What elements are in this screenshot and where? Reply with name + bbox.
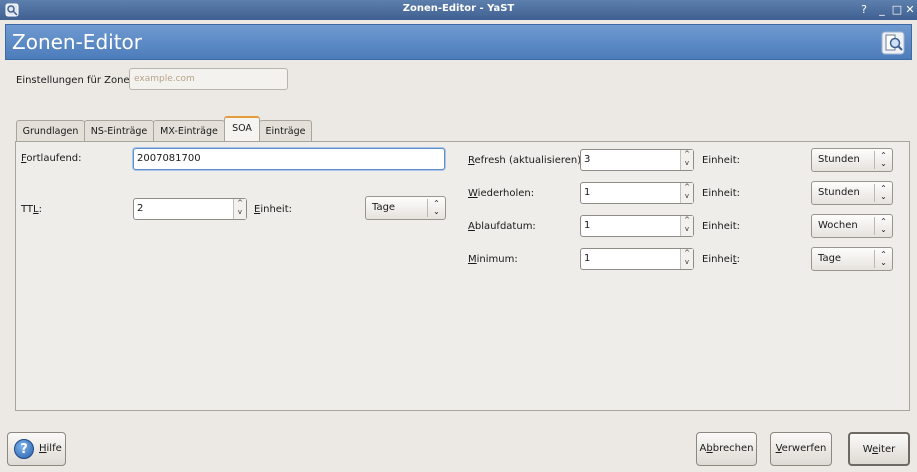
- serial-input[interactable]: 2007081700: [133, 148, 445, 170]
- refresh-input[interactable]: 3 ^ v: [580, 149, 694, 171]
- minimum-unit-label: Einheit:: [702, 254, 740, 265]
- dialog-header: Zonen-Editor: [5, 24, 912, 60]
- window-title: Zonen-Editor - YaST: [402, 3, 515, 14]
- ttl-spinner[interactable]: ^ v: [233, 199, 246, 219]
- retry-label: Wiederholen:: [468, 188, 535, 199]
- ttl-label: TTL:: [21, 204, 42, 215]
- retry-unit-select[interactable]: Stunden ⌃ ⌄: [811, 181, 893, 205]
- serial-label: Fortlaufend:: [21, 153, 82, 164]
- minimum-input[interactable]: 1 ^ v: [580, 248, 694, 270]
- refresh-unit-select[interactable]: Stunden ⌃ ⌄: [811, 148, 893, 172]
- help-button-label: ilfe: [46, 443, 62, 454]
- ttl-value: 2: [137, 203, 144, 214]
- ttl-unit-select[interactable]: Tage ⌃ ⌄: [365, 196, 446, 220]
- expiry-spinner[interactable]: ^ v: [680, 216, 693, 236]
- expiry-unit-select[interactable]: Wochen ⌃ ⌄: [811, 214, 893, 238]
- tab-eintraege[interactable]: Einträge: [259, 120, 312, 141]
- refresh-label: Refresh (aktualisieren):: [468, 155, 585, 166]
- help-window-icon[interactable]: ?: [857, 3, 871, 17]
- retry-unit-label: Einheit:: [702, 188, 740, 199]
- updown-arrow-icon: ⌃ ⌄: [874, 250, 892, 268]
- page-title: Zonen-Editor: [12, 30, 142, 54]
- retry-spinner[interactable]: ^ v: [680, 183, 693, 203]
- expiry-unit-value: Wochen: [818, 220, 858, 231]
- help-icon: ?: [14, 439, 34, 459]
- updown-arrow-icon: ⌃ ⌄: [874, 217, 892, 235]
- updown-arrow-icon: ⌃ ⌄: [874, 184, 892, 202]
- refresh-unit-label: Einheit:: [702, 155, 740, 166]
- close-icon[interactable]: ✕: [903, 3, 917, 17]
- ttl-unit-value: Tage: [372, 202, 396, 213]
- dns-zone-icon: [881, 31, 905, 55]
- retry-value: 1: [584, 187, 591, 198]
- zone-label: Einstellungen für Zone: [16, 75, 130, 86]
- soa-panel: [15, 141, 910, 411]
- cancel-button[interactable]: Abbrechen: [696, 432, 757, 466]
- help-button-mnemonic: H: [39, 443, 47, 454]
- minimum-unit-select[interactable]: Tage ⌃ ⌄: [811, 247, 893, 271]
- retry-unit-value: Stunden: [818, 187, 860, 198]
- minimize-icon[interactable]: _: [875, 3, 889, 17]
- maximize-icon[interactable]: □: [890, 3, 904, 17]
- updown-arrow-icon: ⌃ ⌄: [874, 151, 892, 169]
- updown-arrow-icon: ⌃ ⌄: [427, 199, 445, 217]
- discard-button[interactable]: Verwerfen: [770, 432, 832, 466]
- minimum-unit-value: Tage: [818, 253, 842, 264]
- ttl-input[interactable]: 2 ^ v: [133, 198, 247, 220]
- tab-grundlagen[interactable]: Grundlagen: [16, 120, 85, 141]
- expiry-unit-label: Einheit:: [702, 221, 740, 232]
- retry-input[interactable]: 1 ^ v: [580, 182, 694, 204]
- ttl-unit-label: Einheit:: [254, 204, 293, 215]
- next-button[interactable]: Weiter: [848, 432, 910, 466]
- minimum-label: Minimum:: [468, 254, 518, 265]
- expiry-input[interactable]: 1 ^ v: [580, 215, 694, 237]
- expiry-label: Ablaufdatum:: [468, 221, 536, 232]
- minimum-value: 1: [584, 253, 591, 264]
- refresh-value: 3: [584, 154, 591, 165]
- minimum-spinner[interactable]: ^ v: [680, 249, 693, 269]
- tab-mx-eintraege[interactable]: MX-Einträge: [153, 120, 225, 141]
- zone-name-input[interactable]: example.com: [129, 68, 288, 90]
- tab-soa[interactable]: SOA: [224, 116, 260, 141]
- window-titlebar: Zonen-Editor - YaST ? _ □ ✕: [0, 0, 917, 20]
- help-button[interactable]: ? Hilfe: [7, 432, 66, 466]
- tab-ns-eintraege[interactable]: NS-Einträge: [84, 120, 154, 141]
- expiry-value: 1: [584, 220, 591, 231]
- refresh-unit-value: Stunden: [818, 154, 860, 165]
- refresh-spinner[interactable]: ^ v: [680, 150, 693, 170]
